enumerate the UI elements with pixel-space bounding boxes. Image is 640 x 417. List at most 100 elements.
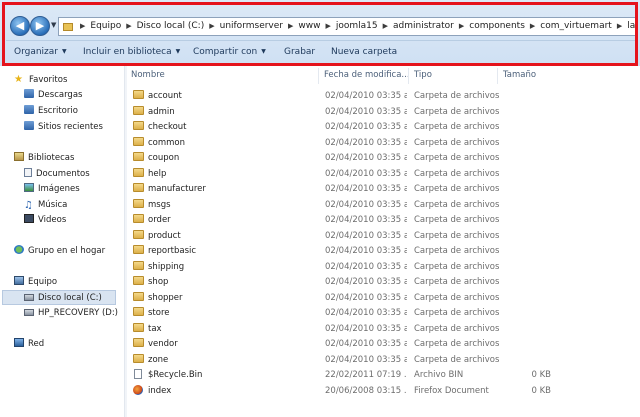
- recent-pages-dropdown-icon[interactable]: ▼: [51, 21, 56, 29]
- type-cell: Carpeta de archivos: [414, 91, 500, 101]
- breadcrumb-separator-icon[interactable]: ▶: [383, 18, 388, 35]
- breadcrumb-languages[interactable]: languages: [627, 18, 637, 35]
- sidebar-item-music[interactable]: ♫ Música: [24, 198, 67, 213]
- file-name: shopper: [148, 292, 183, 303]
- file-name-cell: coupon: [133, 151, 319, 166]
- sidebar-item-videos[interactable]: Videos: [24, 213, 66, 228]
- sidebar-item-documents[interactable]: Documentos: [24, 167, 90, 182]
- breadcrumb-separator-icon[interactable]: ▶: [325, 18, 330, 35]
- column-header-type[interactable]: Tipo: [410, 68, 498, 84]
- share-button[interactable]: Compartir con ▼: [193, 47, 266, 57]
- sidebar-item-homegroup[interactable]: Grupo en el hogar: [14, 244, 105, 259]
- breadcrumb-uniformserver[interactable]: uniformserver: [220, 18, 283, 35]
- folder-row[interactable]: common 02/04/2010 03:35 a... Carpeta de ar…: [127, 136, 640, 151]
- breadcrumb-separator-icon[interactable]: ▶: [530, 18, 535, 35]
- date-modified-cell: 02/04/2010 03:35 a...: [325, 106, 407, 117]
- breadcrumb-separator-icon[interactable]: ▶: [288, 18, 293, 35]
- file-name-cell: shopper: [133, 291, 319, 306]
- star-icon: ★: [14, 74, 23, 85]
- file-name: shipping: [148, 261, 185, 272]
- sidebar-item-favorites[interactable]: ★ Favoritos: [14, 72, 67, 87]
- folder-row[interactable]: manufacturer 02/04/2010 03:35 a... Carpeta…: [127, 182, 640, 197]
- file-name: help: [148, 168, 167, 179]
- file-name-cell: help: [133, 167, 319, 182]
- folder-row[interactable]: order 02/04/2010 03:35 a... Carpeta de arc…: [127, 213, 640, 228]
- folder-row[interactable]: shop 02/04/2010 03:35 a... Carpeta de arch…: [127, 275, 640, 290]
- file-name: tax: [148, 323, 162, 334]
- file-row[interactable]: $Recycle.Bin 22/02/2011 07:19 ... Archivo …: [127, 368, 640, 383]
- breadcrumb-com-virtuemart[interactable]: com_virtuemart: [540, 18, 612, 35]
- folder-icon: [133, 105, 144, 115]
- folder-row[interactable]: shipping 02/04/2010 03:35 a... Carpeta de …: [127, 260, 640, 275]
- folder-row[interactable]: reportbasic 02/04/2010 03:35 a... Carpeta …: [127, 244, 640, 259]
- organize-button[interactable]: Organizar ▼: [14, 47, 67, 57]
- sidebar-item-desktop[interactable]: Escritorio: [24, 104, 78, 119]
- file-name: shop: [148, 277, 169, 287]
- back-button[interactable]: ◀: [10, 16, 30, 36]
- type-cell: Carpeta de archivos: [414, 308, 500, 318]
- folder-row[interactable]: shopper 02/04/2010 03:35 a... Carpeta de a…: [127, 291, 640, 306]
- sidebar-item-libraries[interactable]: Bibliotecas: [14, 151, 74, 166]
- folder-row[interactable]: help 02/04/2010 03:35 a... Carpeta de arch…: [127, 167, 640, 182]
- breadcrumb-separator-icon[interactable]: ▶: [80, 18, 85, 35]
- library-icon: [14, 152, 24, 161]
- folder-row[interactable]: tax 02/04/2010 03:35 a... Carpeta de archi…: [127, 322, 640, 337]
- sidebar-item-local-disk[interactable]: Disco local (C:): [2, 290, 116, 305]
- file-name-cell: $Recycle.Bin: [133, 368, 319, 383]
- breadcrumb-separator-icon[interactable]: ▶: [459, 18, 464, 35]
- folder-row[interactable]: checkout 02/04/2010 03:35 a... Carpeta de …: [127, 120, 640, 135]
- date-modified-cell: 22/02/2011 07:19 ...: [325, 370, 407, 380]
- folder-row[interactable]: coupon 02/04/2010 03:35 a... Carpeta de ar…: [127, 151, 640, 166]
- breadcrumb-separator-icon[interactable]: ▶: [617, 18, 622, 35]
- forward-button[interactable]: ▶: [30, 16, 50, 36]
- file-row[interactable]: index 20/06/2008 03:15 ... Firefox Documen…: [127, 384, 640, 399]
- breadcrumb-www[interactable]: www: [298, 18, 320, 35]
- organize-label: Organizar: [14, 47, 58, 57]
- sidebar-item-downloads[interactable]: Descargas: [24, 88, 82, 103]
- sidebar-item-computer[interactable]: Equipo: [14, 275, 57, 290]
- breadcrumb-components[interactable]: components: [469, 18, 525, 35]
- breadcrumb-separator-icon[interactable]: ▶: [126, 18, 131, 35]
- breadcrumb-separator-icon[interactable]: ▶: [209, 18, 214, 35]
- address-bar[interactable]: ▶ Equipo ▶ Disco local (C:) ▶ uniformserver ▶ w…: [58, 17, 638, 36]
- column-header-date[interactable]: Fecha de modifica...: [320, 68, 409, 84]
- folder-row[interactable]: product 02/04/2010 03:35 a... Carpeta de a…: [127, 229, 640, 244]
- sidebar-item-network[interactable]: Red: [14, 337, 44, 352]
- burn-button[interactable]: Grabar: [284, 47, 315, 57]
- type-cell: Carpeta de archivos: [414, 153, 500, 163]
- sidebar-item-recovery[interactable]: HP_RECOVERY (D:): [24, 306, 118, 321]
- sidebar-item-label: Bibliotecas: [28, 153, 75, 163]
- column-header-name[interactable]: Nombre: [127, 68, 319, 84]
- file-name: common: [148, 137, 186, 148]
- file-name-cell: reportbasic: [133, 244, 319, 259]
- date-modified-cell: 02/04/2010 03:35 a...: [325, 277, 407, 287]
- breadcrumb-administrator[interactable]: administrator: [393, 18, 454, 35]
- column-header-size[interactable]: Tamaño: [499, 68, 559, 84]
- sidebar-item-recent[interactable]: Sitios recientes: [24, 120, 103, 135]
- type-cell: Firefox Document: [414, 385, 489, 396]
- folder-row[interactable]: account 02/04/2010 03:35 a... Carpeta de a…: [127, 89, 640, 104]
- folder-row[interactable]: vendor 02/04/2010 03:35 a... Carpeta de ar…: [127, 337, 640, 352]
- breadcrumb-joomla15[interactable]: joomla15: [336, 18, 378, 35]
- folder-icon: [133, 183, 144, 192]
- music-note-icon: ♫: [24, 200, 33, 211]
- sidebar-item-images[interactable]: Imágenes: [24, 182, 80, 197]
- folder-row[interactable]: admin 02/04/2010 03:35 a... Carpeta de arc…: [127, 105, 640, 120]
- folder-icon: [133, 90, 144, 99]
- breadcrumb-local-disk[interactable]: Disco local (C:): [137, 18, 205, 35]
- date-modified-cell: 02/04/2010 03:35 a...: [325, 215, 407, 225]
- breadcrumb-equipo[interactable]: Equipo: [90, 18, 121, 35]
- downloads-folder-icon: [24, 89, 34, 98]
- include-library-button[interactable]: Incluir en biblioteca ▼: [83, 47, 180, 57]
- type-cell: Carpeta de archivos: [414, 277, 500, 287]
- file-name: msgs: [148, 199, 171, 210]
- folder-row[interactable]: zone 02/04/2010 03:35 a... Carpeta de arch…: [127, 353, 640, 368]
- sidebar-item-label: Sitios recientes: [38, 122, 103, 132]
- folder-icon: [133, 307, 144, 316]
- new-folder-button[interactable]: Nueva carpeta: [331, 47, 397, 57]
- folder-row[interactable]: store 02/04/2010 03:35 a... Carpeta de arc…: [127, 306, 640, 321]
- folder-icon: [133, 245, 144, 254]
- firefox-document-icon: [133, 384, 143, 395]
- folder-row[interactable]: msgs 02/04/2010 03:35 a... Carpeta de arch…: [127, 198, 640, 213]
- file-list: Nombre Fecha de modifica... Tipo Tamaño …: [127, 66, 640, 417]
